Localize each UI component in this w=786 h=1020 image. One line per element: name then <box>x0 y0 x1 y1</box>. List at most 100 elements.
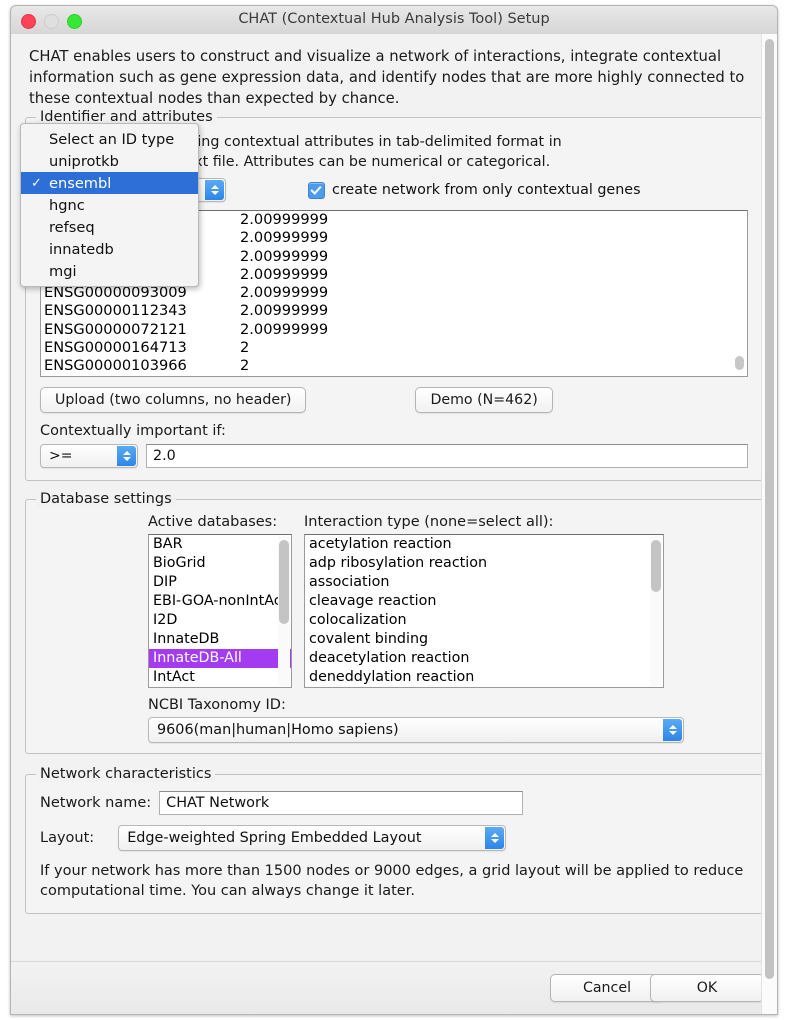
ok-button[interactable]: OK <box>650 974 764 1002</box>
interaction-type-label: Interaction type (none=select all): <box>304 514 554 530</box>
gene-table-scrollbar[interactable] <box>734 213 745 374</box>
interaction-types-scroll-thumb[interactable] <box>651 540 661 592</box>
id-type-menu-item[interactable]: refseq <box>21 216 198 238</box>
id-type-menu-item-label: mgi <box>49 262 77 280</box>
gene-id-cell: ENSG00000112343 <box>44 302 187 320</box>
active-databases-scroll-thumb[interactable] <box>279 540 289 624</box>
active-database-item[interactable]: IntAct <box>149 668 291 687</box>
chevron-updown-icon <box>663 719 682 741</box>
active-databases-label: Active databases: <box>148 514 278 530</box>
database-group-legend: Database settings <box>36 491 176 507</box>
id-type-menu-item-label: hgnc <box>49 196 85 214</box>
interaction-type-item[interactable]: deacetylation reaction <box>305 649 663 668</box>
window-scroll-thumb[interactable] <box>765 39 774 979</box>
gene-value-cell: 2.00999999 <box>240 284 329 302</box>
interaction-type-item[interactable]: association <box>305 573 663 592</box>
database-lists-row: Active databases: BAR BioGrid DIP EBI-GOA-n… <box>36 514 752 688</box>
operator-select[interactable]: >= <box>40 444 138 468</box>
chat-setup-window: CHAT (Contextual Hub Analysis Tool) Setu… <box>10 5 778 1015</box>
id-type-dropdown-menu[interactable]: Select an ID type uniprotkb ✓ ensembl hgnc re… <box>20 123 199 287</box>
active-database-item[interactable]: InnateDB-All <box>149 649 291 668</box>
interaction-type-item[interactable]: acetylation reaction <box>305 535 663 554</box>
window-titlebar: CHAT (Contextual Hub Analysis Tool) Setu… <box>11 6 777 35</box>
window-scrollbar[interactable] <box>761 34 777 1014</box>
contextually-important-label: Contextually important if: <box>40 423 226 439</box>
id-type-menu-item-label: Select an ID type <box>49 130 175 148</box>
interaction-type-item[interactable]: covalent binding <box>305 630 663 649</box>
gene-table-row[interactable]: ENSG00000164713 2 <box>41 339 747 357</box>
layout-row: Layout: Edge-weighted Spring Embedded La… <box>40 825 748 851</box>
checkmark-icon: ✓ <box>31 175 42 191</box>
layout-label: Layout: <box>40 830 95 846</box>
active-database-item[interactable]: DIP <box>149 573 291 592</box>
interaction-types-scrollbar[interactable] <box>650 536 662 686</box>
gene-table-scroll-thumb[interactable] <box>735 356 744 370</box>
gene-table-row[interactable]: ENSG00000103966 2 <box>41 357 747 375</box>
id-type-menu-item[interactable]: mgi <box>21 260 198 282</box>
network-characteristics-group: Network characteristics Network name: CH… <box>25 766 763 914</box>
active-databases-scrollbar[interactable] <box>278 536 290 686</box>
id-type-menu-item[interactable]: innatedb <box>21 238 198 260</box>
active-database-item[interactable]: BioGrid <box>149 554 291 573</box>
interaction-type-item[interactable]: colocalization <box>305 611 663 630</box>
layout-select-value: Edge-weighted Spring Embedded Layout <box>127 830 422 846</box>
interaction-type-item[interactable]: cleavage reaction <box>305 592 663 611</box>
id-type-menu-item[interactable]: ✓ ensembl <box>21 172 198 194</box>
active-databases-list[interactable]: BAR BioGrid DIP EBI-GOA-nonIntAct I2D InnateD… <box>148 534 292 688</box>
id-type-menu-item-label: uniprotkb <box>49 152 119 170</box>
threshold-input[interactable]: 2.0 <box>146 444 748 468</box>
gene-id-cell: ENSG00000103966 <box>44 357 187 375</box>
upload-demo-button-row: Upload (two columns, no header) Demo (N=… <box>40 387 748 413</box>
gene-value-cell: 2.00999999 <box>240 229 329 247</box>
interaction-types-column: Interaction type (none=select all): acet… <box>304 514 664 688</box>
chevron-updown-icon <box>205 180 224 200</box>
layout-note: If your network has more than 1500 nodes… <box>40 863 744 899</box>
gene-table-row[interactable]: ENSG00000112343 2.00999999 <box>41 302 747 320</box>
gene-value-cell: 2.00999999 <box>240 302 329 320</box>
network-name-row: Network name: CHAT Network <box>40 791 748 815</box>
network-name-input[interactable]: CHAT Network <box>159 791 524 815</box>
chevron-updown-icon <box>485 827 505 849</box>
id-type-menu-item-label: refseq <box>49 218 95 236</box>
upload-button[interactable]: Upload (two columns, no header) <box>40 387 307 413</box>
active-database-item[interactable]: InnateDB <box>149 630 291 649</box>
gene-value-cell: 2.00999999 <box>240 247 329 265</box>
contextual-only-checkbox-row[interactable]: create network from only contextual gene… <box>308 181 641 199</box>
intro-description: CHAT enables users to construct and visu… <box>29 48 745 107</box>
contextual-only-checkbox[interactable] <box>308 181 325 199</box>
interaction-type-item[interactable]: adp ribosylation reaction <box>305 554 663 573</box>
chevron-updown-icon <box>117 446 136 466</box>
cancel-button[interactable]: Cancel <box>550 974 664 1002</box>
id-type-menu-item-label: innatedb <box>49 240 114 258</box>
taxonomy-label: NCBI Taxonomy ID: <box>148 697 286 713</box>
network-group-legend: Network characteristics <box>36 766 216 782</box>
gene-value-cell: 2.00999999 <box>240 211 329 228</box>
layout-select[interactable]: Edge-weighted Spring Embedded Layout <box>118 825 507 851</box>
taxonomy-select-value: 9606(man|human|Homo sapiens) <box>157 722 399 738</box>
active-database-item[interactable]: I2D <box>149 611 291 630</box>
active-databases-column: Active databases: BAR BioGrid DIP EBI-GOA-n… <box>148 514 292 688</box>
gene-id-cell: ENSG00000072121 <box>44 320 187 338</box>
gene-value-cell: 2.00999999 <box>240 265 329 283</box>
window-title: CHAT (Contextual Hub Analysis Tool) Setu… <box>238 11 550 27</box>
network-name-label: Network name: <box>40 795 152 811</box>
dialog-footer: Cancel OK <box>11 961 777 1014</box>
active-database-item[interactable]: BAR <box>149 535 291 554</box>
gene-value-cell: 2 <box>240 357 250 375</box>
active-database-item[interactable]: EBI-GOA-nonIntAct <box>149 592 291 611</box>
interaction-types-list[interactable]: acetylation reaction adp ribosylation rea… <box>304 534 664 688</box>
id-type-menu-item[interactable]: Select an ID type <box>21 128 198 150</box>
interaction-type-item[interactable]: deneddylation reaction <box>305 668 663 687</box>
threshold-row: >= 2.0 <box>40 444 748 468</box>
gene-table-row[interactable]: ENSG00000072121 2.00999999 <box>41 321 747 339</box>
id-type-menu-item[interactable]: hgnc <box>21 194 198 216</box>
id-type-menu-item-label: ensembl <box>49 174 112 192</box>
id-type-menu-item[interactable]: uniprotkb <box>21 150 198 172</box>
gene-value-cell: 2 <box>240 339 250 357</box>
taxonomy-select[interactable]: 9606(man|human|Homo sapiens) <box>148 717 684 743</box>
operator-select-value: >= <box>49 448 73 464</box>
database-settings-group: Database settings Active databases: BAR B… <box>25 491 763 754</box>
demo-button[interactable]: Demo (N=462) <box>415 387 553 413</box>
gene-id-cell: ENSG00000164713 <box>44 339 187 357</box>
gene-value-cell: 2.00999999 <box>240 320 329 338</box>
